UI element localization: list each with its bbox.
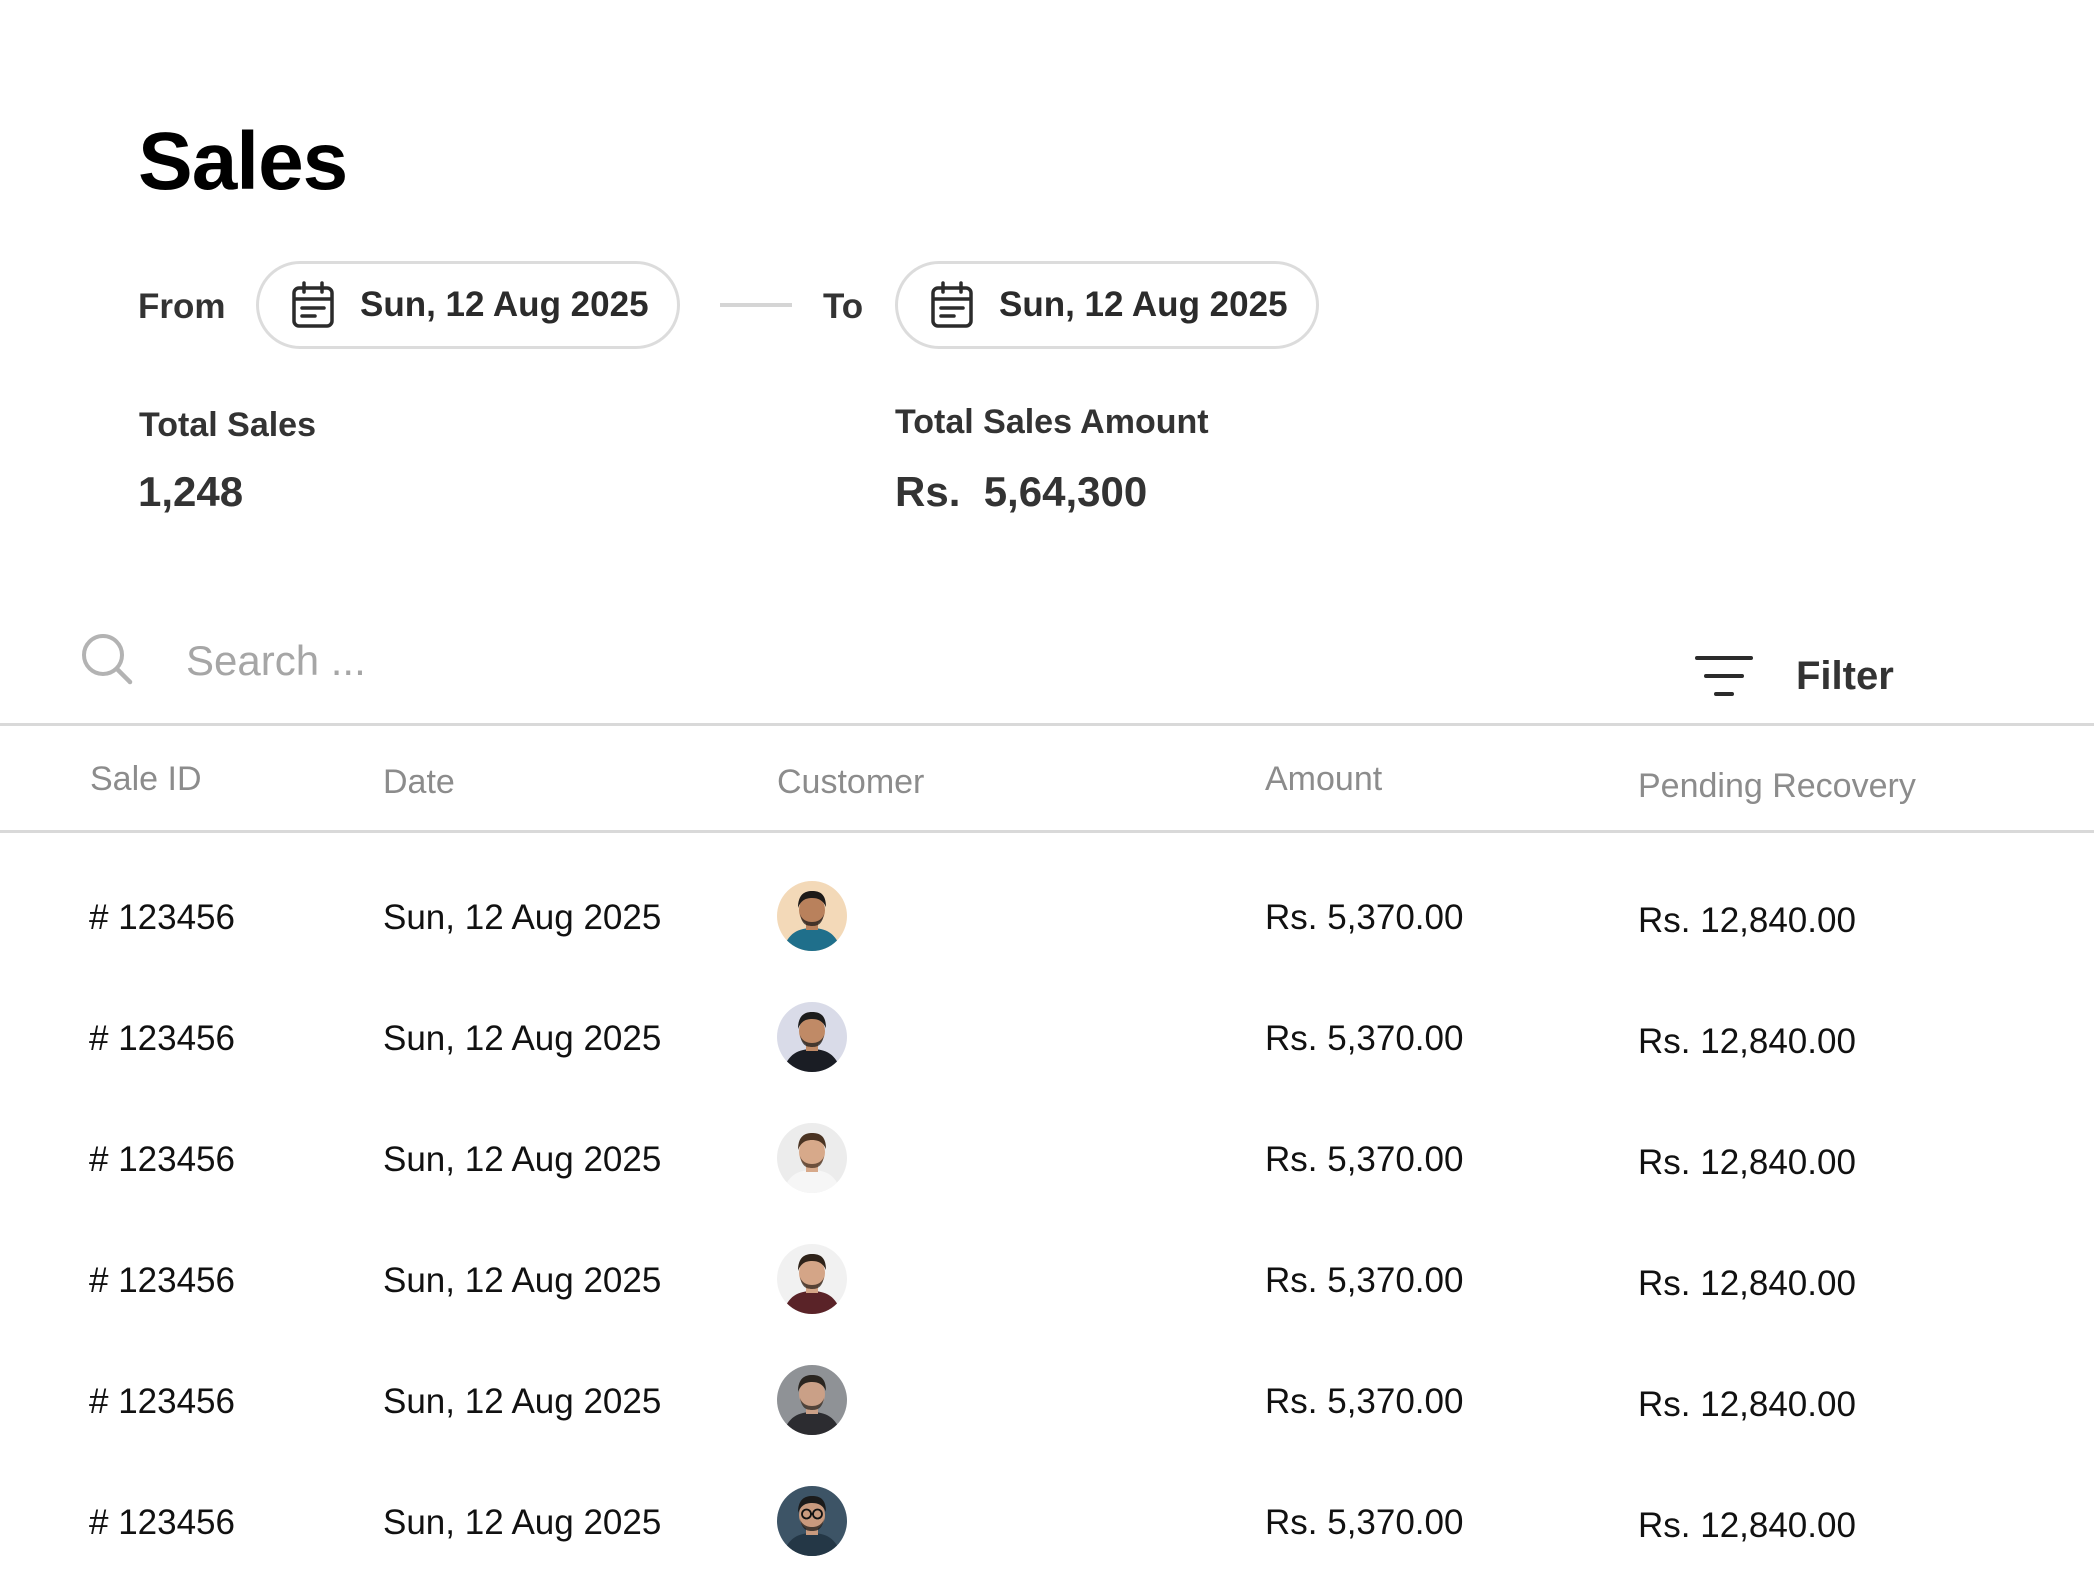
amount-cell: Rs. 5,370.00: [1265, 1261, 1464, 1300]
amount-cell: Rs. 5,370.00: [1265, 1382, 1464, 1421]
sale-id-cell: # 123456: [89, 898, 235, 937]
page-title: Sales: [138, 116, 348, 207]
table-row[interactable]: # 123456 Sun, 12 Aug 2025 Rs. 5,370.00 Rs. …: [0, 1342, 2094, 1463]
header-divider: [0, 830, 2094, 833]
calendar-icon: [291, 281, 335, 329]
amount-cell: Rs. 5,370.00: [1265, 1019, 1464, 1058]
amount-cell: Rs. 5,370.00: [1265, 1140, 1464, 1179]
date-cell: Sun, 12 Aug 2025: [383, 1382, 662, 1421]
column-header-date[interactable]: Date: [383, 763, 455, 802]
to-label: To: [823, 287, 864, 326]
to-date-value: Sun, 12 Aug 2025: [999, 285, 1288, 324]
customer-avatar[interactable]: [777, 1486, 847, 1556]
amount-cell: Rs. 5,370.00: [1265, 898, 1464, 937]
search-input[interactable]: [186, 628, 1086, 694]
total-sales-label: Total Sales: [139, 406, 316, 444]
date-cell: Sun, 12 Aug 2025: [383, 1019, 662, 1058]
customer-avatar[interactable]: [777, 1123, 847, 1193]
column-header-customer[interactable]: Customer: [777, 763, 924, 802]
sale-id-cell: # 123456: [89, 1382, 235, 1421]
filter-icon: [1694, 652, 1754, 700]
pending-recovery-cell: Rs. 12,840.00: [1638, 1143, 1856, 1182]
column-header-pending-recovery[interactable]: Pending Recovery: [1638, 767, 1916, 806]
table-row[interactable]: # 123456 Sun, 12 Aug 2025 Rs. 5,370.00 Rs. …: [0, 1221, 2094, 1342]
pending-recovery-cell: Rs. 12,840.00: [1638, 1385, 1856, 1424]
total-sales-amount-label: Total Sales Amount: [895, 403, 1209, 441]
filter-label: Filter: [1796, 653, 1894, 698]
date-cell: Sun, 12 Aug 2025: [383, 1140, 662, 1179]
customer-avatar[interactable]: [777, 1002, 847, 1072]
pending-recovery-cell: Rs. 12,840.00: [1638, 901, 1856, 940]
date-range-separator: [720, 303, 792, 307]
column-header-sale-id[interactable]: Sale ID: [90, 760, 202, 799]
table-row[interactable]: # 123456 Sun, 12 Aug 2025 Rs. 5,370.00 Rs. …: [0, 858, 2094, 979]
to-date-picker[interactable]: Sun, 12 Aug 2025: [895, 261, 1319, 349]
total-sales-value: 1,248: [138, 468, 244, 515]
from-date-value: Sun, 12 Aug 2025: [360, 285, 649, 324]
total-sales-amount-value: Rs. 5,64,300: [895, 468, 1148, 515]
date-cell: Sun, 12 Aug 2025: [383, 1503, 662, 1542]
customer-avatar[interactable]: [777, 1244, 847, 1314]
table-row[interactable]: # 123456 Sun, 12 Aug 2025 Rs. 5,370.00 Rs. …: [0, 1463, 2094, 1584]
filter-button[interactable]: Filter: [1694, 644, 1894, 708]
pending-recovery-cell: Rs. 12,840.00: [1638, 1506, 1856, 1545]
from-label: From: [138, 287, 226, 326]
calendar-icon: [930, 281, 974, 329]
from-date-picker[interactable]: Sun, 12 Aug 2025: [256, 261, 680, 349]
search-icon: [80, 632, 134, 686]
table-row[interactable]: # 123456 Sun, 12 Aug 2025 Rs. 5,370.00 Rs. …: [0, 979, 2094, 1100]
customer-avatar[interactable]: [777, 881, 847, 951]
pending-recovery-cell: Rs. 12,840.00: [1638, 1264, 1856, 1303]
date-cell: Sun, 12 Aug 2025: [383, 1261, 662, 1300]
table-row[interactable]: # 123456 Sun, 12 Aug 2025 Rs. 5,370.00 Rs. …: [0, 1100, 2094, 1221]
pending-recovery-cell: Rs. 12,840.00: [1638, 1022, 1856, 1061]
sale-id-cell: # 123456: [89, 1503, 235, 1542]
amount-cell: Rs. 5,370.00: [1265, 1503, 1464, 1542]
customer-avatar[interactable]: [777, 1365, 847, 1435]
column-header-amount[interactable]: Amount: [1265, 760, 1382, 799]
sale-id-cell: # 123456: [89, 1019, 235, 1058]
toolbar-divider: [0, 723, 2094, 726]
sale-id-cell: # 123456: [89, 1261, 235, 1300]
sale-id-cell: # 123456: [89, 1140, 235, 1179]
date-cell: Sun, 12 Aug 2025: [383, 898, 662, 937]
